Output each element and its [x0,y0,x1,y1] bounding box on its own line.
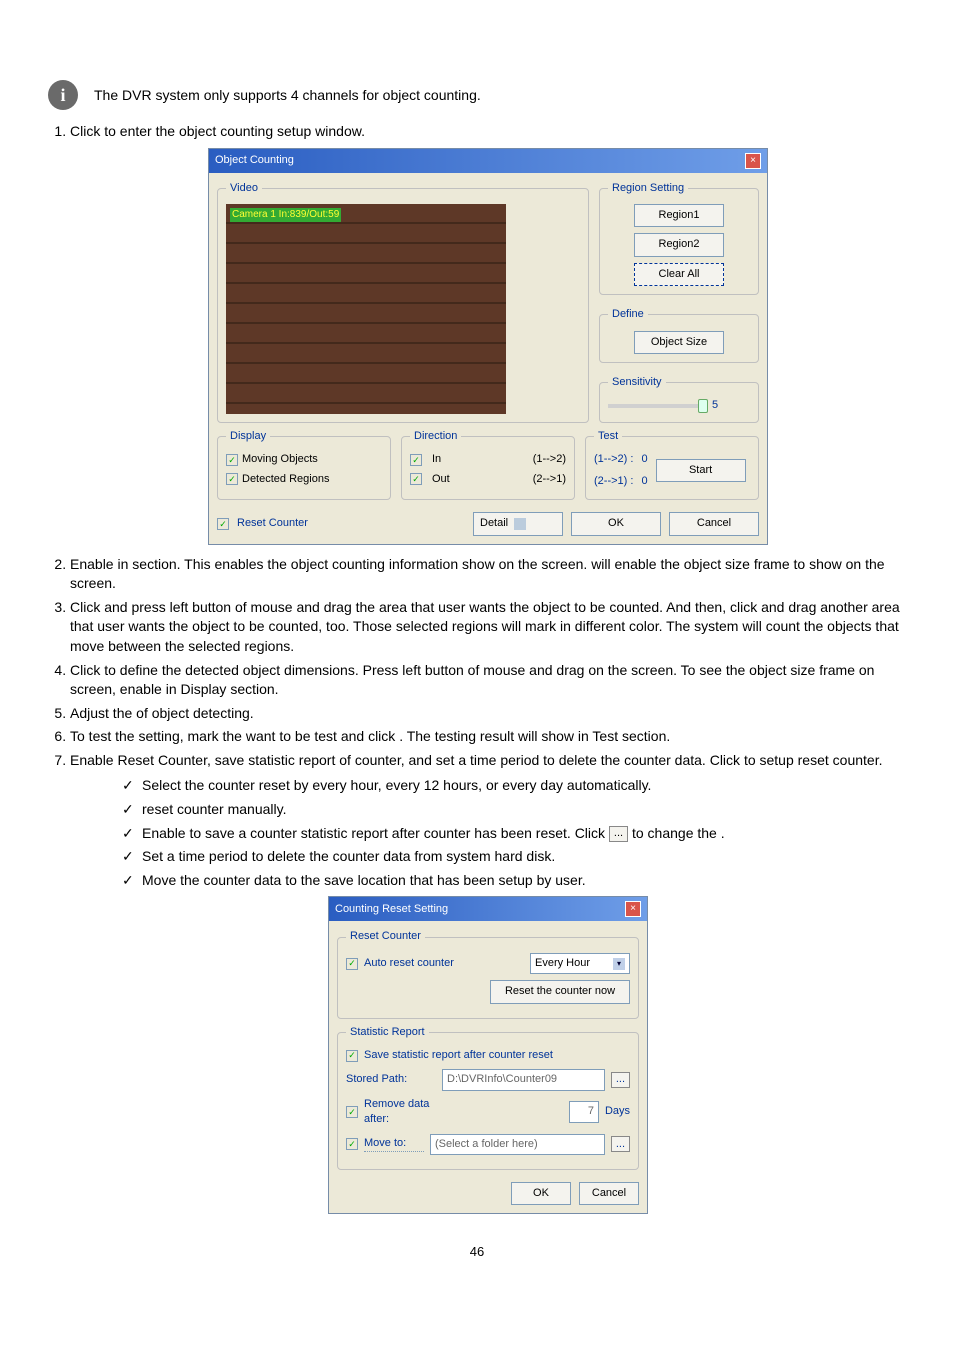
direction-out-arrow: (2-->1) [533,472,566,487]
sensitivity-value: 5 [712,398,718,413]
sub-move-to: Move the counter data to the save locati… [122,871,906,891]
test-12-value: 0 [641,452,647,467]
crs-title: Counting Reset Setting [335,902,448,917]
sub-save-report: Enable to save a counter statistic repor… [122,824,906,844]
clear-all-button[interactable]: Clear All [634,263,724,286]
save-report-checkbox[interactable]: ✓ [346,1050,358,1062]
step-6: To test the setting, mark the want to be… [70,727,906,747]
direction-in-arrow: (1-->2) [533,452,566,467]
detected-regions-label: Detected Regions [242,472,329,487]
moving-objects-label: Moving Objects [242,452,318,467]
direction-out-checkbox[interactable]: ✓ [410,473,422,485]
remove-after-label: Remove data after: [364,1097,454,1128]
test-21-value: 0 [641,474,647,489]
remove-after-field[interactable]: 7 [569,1101,599,1122]
step-2: Enable in section. This enables the obje… [70,555,906,594]
region2-button[interactable]: Region2 [634,233,724,256]
define-legend: Define [608,307,648,322]
region1-button[interactable]: Region1 [634,204,724,227]
step-1: Click to enter the object counting setup… [70,122,906,545]
detail-button[interactable]: Detail [473,512,563,535]
move-to-browse-button[interactable]: ... [611,1136,630,1152]
move-to-checkbox[interactable]: ✓ [346,1138,358,1150]
sensitivity-slider[interactable] [608,404,708,408]
sub-remove-after: Set a time period to delete the counter … [122,847,906,867]
move-to-field[interactable]: (Select a folder here) [430,1134,605,1155]
counting-reset-dialog: Counting Reset Setting × Reset Counter ✓… [328,896,648,1214]
direction-in-label: In [432,452,441,467]
stored-path-label: Stored Path: [346,1072,436,1087]
video-preview[interactable]: Camera 1 In:839/Out:59 [226,204,506,414]
sub-reset-now: reset counter manually. [122,800,906,820]
start-button[interactable]: Start [656,459,746,482]
object-size-button[interactable]: Object Size [634,331,724,354]
ellipsis-button-inline[interactable]: ... [609,826,628,842]
save-report-label: Save statistic report after counter rese… [364,1048,553,1063]
video-legend: Video [226,181,262,196]
step-7: Enable Reset Counter, save statistic rep… [70,751,906,1214]
step-3: Click and press left button of mouse and… [70,598,906,657]
detail-arrow-icon [514,518,526,530]
crs-cancel-button[interactable]: Cancel [579,1182,639,1205]
page-number: 46 [48,1244,906,1259]
move-to-label: Move to: [364,1136,424,1152]
stored-path-field[interactable]: D:\DVRInfo\Counter09 [442,1069,605,1090]
region-setting-legend: Region Setting [608,181,688,196]
cancel-button[interactable]: Cancel [669,512,759,535]
step-5: Adjust the of object detecting. [70,704,906,724]
ok-button[interactable]: OK [571,512,661,535]
test-12-label: (1-->2) : [594,452,633,467]
direction-legend: Direction [410,429,461,444]
close-icon[interactable]: × [745,153,761,169]
reset-counter-label: Reset Counter [237,516,308,531]
detected-regions-checkbox[interactable]: ✓ [226,473,238,485]
reset-counter-checkbox[interactable]: ✓ [217,518,229,530]
chevron-down-icon: ▾ [613,958,625,970]
interval-value: Every Hour [535,956,590,971]
video-overlay-text: Camera 1 In:839/Out:59 [230,208,341,222]
dialog-title: Object Counting [215,153,294,168]
moving-objects-checkbox[interactable]: ✓ [226,454,238,466]
test-legend: Test [594,429,622,444]
interval-select[interactable]: Every Hour ▾ [530,953,630,974]
days-label: Days [605,1104,630,1119]
step-4: Click to define the detected object dime… [70,661,906,700]
auto-reset-label: Auto reset counter [364,956,454,971]
reset-now-button[interactable]: Reset the counter now [490,980,630,1003]
crs-stat-legend: Statistic Report [346,1025,429,1040]
object-counting-dialog: Object Counting × Video Camera 1 In:839/… [208,148,768,545]
info-note: The DVR system only supports 4 channels … [94,87,906,103]
direction-out-label: Out [432,472,450,487]
direction-in-checkbox[interactable]: ✓ [410,454,422,466]
crs-reset-legend: Reset Counter [346,929,425,944]
info-icon: i [48,80,78,110]
sub-auto-reset: Select the counter reset by every hour, … [122,776,906,796]
remove-after-checkbox[interactable]: ✓ [346,1106,358,1118]
stored-path-browse-button[interactable]: ... [611,1072,630,1088]
test-21-label: (2-->1) : [594,474,633,489]
display-legend: Display [226,429,270,444]
crs-ok-button[interactable]: OK [511,1182,571,1205]
crs-close-icon[interactable]: × [625,901,641,917]
auto-reset-checkbox[interactable]: ✓ [346,958,358,970]
sensitivity-legend: Sensitivity [608,375,666,390]
